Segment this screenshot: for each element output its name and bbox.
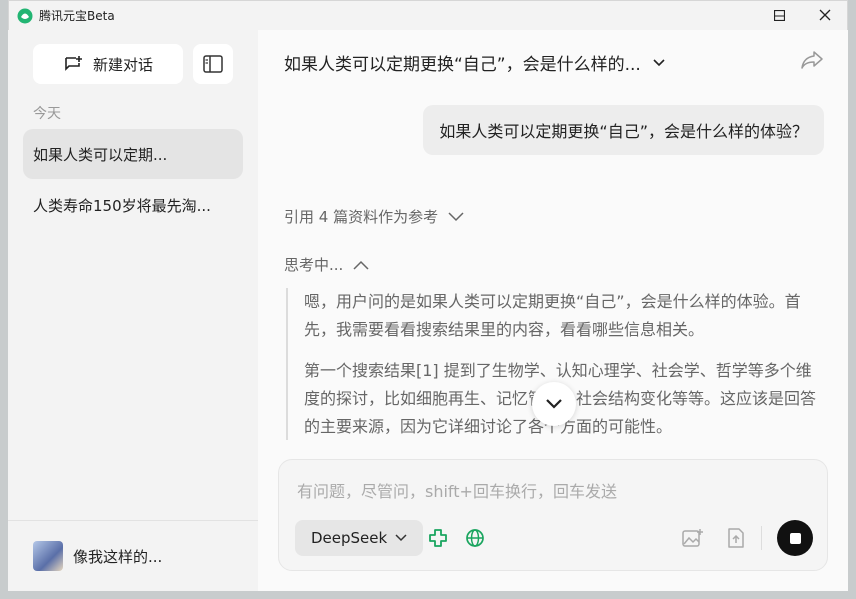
image-add-icon — [682, 529, 703, 547]
stop-generating-button[interactable] — [777, 520, 813, 556]
title-bar: 腾讯元宝Beta — [9, 1, 847, 31]
section-label-today: 今天 — [33, 106, 61, 122]
chevron-down-icon — [546, 399, 562, 409]
upload-image-button[interactable] — [682, 527, 704, 549]
toolbar-divider — [761, 526, 762, 550]
message-composer[interactable]: 有问题，尽管问，shift+回车换行，回车发送 DeepSeek — [278, 459, 828, 571]
sidebar-panel-icon — [203, 55, 223, 73]
new-chat-button[interactable]: 新建对话 — [33, 44, 183, 84]
app-logo-icon — [17, 8, 33, 24]
conversation-label: 如果人类可以定期... — [33, 145, 168, 164]
maximize-button[interactable] — [756, 0, 802, 30]
user-name: 像我这样的... — [73, 547, 163, 566]
chat-main: 如果人类可以定期更换“自己”，会是什么样的... 如果人类可以定期更换“自己”，… — [258, 30, 848, 591]
share-icon — [801, 51, 823, 69]
user-profile[interactable]: 像我这样的... — [33, 541, 162, 571]
new-chat-label: 新建对话 — [92, 55, 153, 74]
sidebar: 新建对话 今天 如果人类可以定期... 人类寿命150岁将最先淘... 像我这样… — [8, 30, 258, 591]
web-search-button[interactable] — [464, 527, 486, 549]
chevron-down-icon — [448, 211, 464, 221]
globe-icon — [466, 529, 484, 547]
thinking-label: 思考中... — [284, 256, 344, 274]
deep-think-icon — [429, 529, 447, 547]
chevron-up-icon — [353, 260, 369, 270]
app-title: 腾讯元宝Beta — [39, 9, 115, 23]
deep-think-button[interactable] — [427, 527, 449, 549]
close-icon — [819, 9, 831, 21]
share-button[interactable] — [800, 50, 824, 74]
sidebar-divider — [8, 520, 258, 521]
close-button[interactable] — [802, 0, 848, 30]
toggle-sidebar-button[interactable] — [193, 44, 233, 84]
citation-label: 引用 4 篇资料作为参考 — [284, 208, 439, 226]
new-chat-icon — [65, 56, 82, 71]
window-content: 新建对话 今天 如果人类可以定期... 人类寿命150岁将最先淘... 像我这样… — [8, 0, 848, 591]
maximize-icon — [773, 9, 785, 21]
file-upload-icon — [728, 528, 744, 548]
message-input[interactable]: 有问题，尽管问，shift+回车换行，回车发送 — [297, 478, 617, 502]
scroll-to-bottom-button[interactable] — [532, 382, 576, 426]
thinking-toggle[interactable]: 思考中... — [284, 254, 369, 275]
chevron-down-icon — [653, 58, 665, 66]
user-message-bubble: 如果人类可以定期更换“自己”，会是什么样的体验？ — [423, 105, 824, 155]
model-selector[interactable]: DeepSeek — [295, 520, 424, 556]
conversation-title-text: 如果人类可以定期更换“自己”，会是什么样的... — [284, 55, 641, 75]
thought-paragraph: 嗯，用户问的是如果人类可以定期更换“自己”，会是什么样的体验。首先，我需要看看搜… — [304, 292, 801, 339]
upload-file-button[interactable] — [725, 527, 747, 549]
conversation-item[interactable]: 人类寿命150岁将最先淘... — [23, 180, 243, 230]
citation-toggle[interactable]: 引用 4 篇资料作为参考 — [284, 206, 464, 227]
conversation-item[interactable]: 如果人类可以定期... — [23, 129, 243, 179]
avatar — [33, 541, 63, 571]
conversation-title[interactable]: 如果人类可以定期更换“自己”，会是什么样的... — [284, 50, 665, 75]
conversation-label: 人类寿命150岁将最先淘... — [33, 196, 211, 215]
model-label: DeepSeek — [311, 529, 388, 547]
stop-icon — [789, 532, 801, 544]
chevron-down-icon — [395, 534, 407, 542]
